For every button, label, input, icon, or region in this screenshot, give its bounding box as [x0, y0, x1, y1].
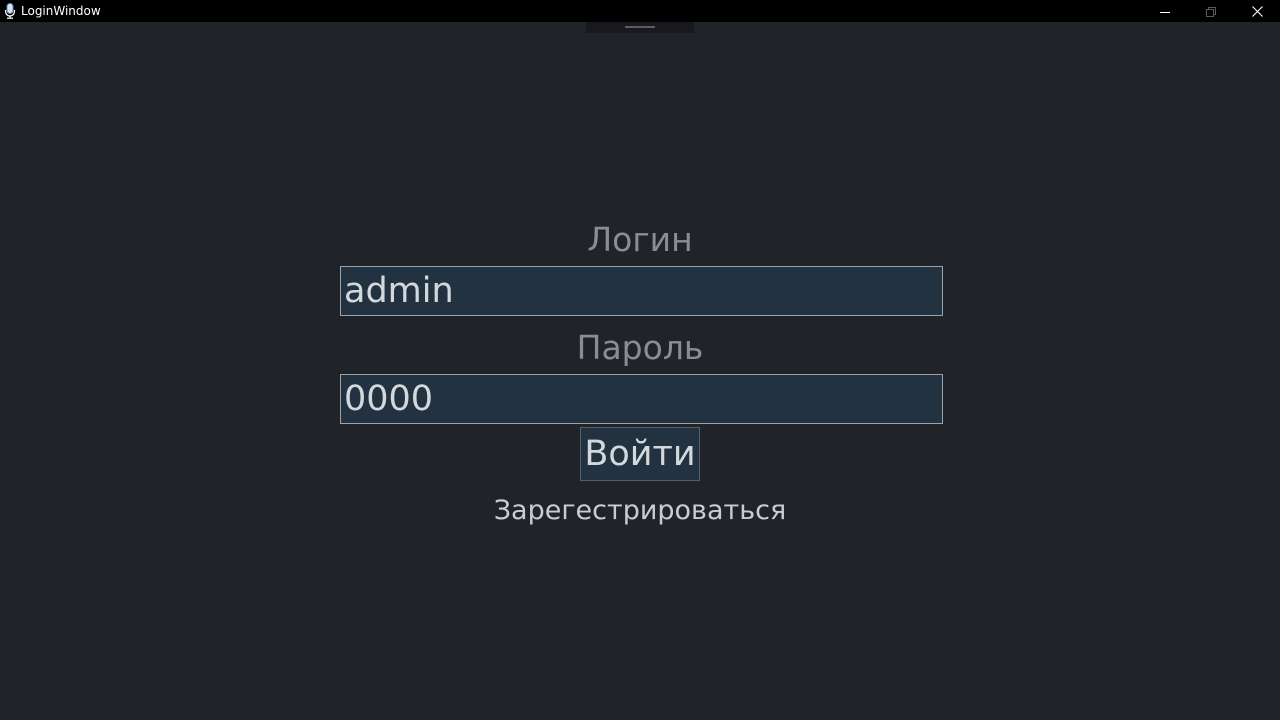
- drag-handle[interactable]: [586, 22, 694, 33]
- window-title: LoginWindow: [21, 4, 101, 18]
- login-label: Логин: [587, 220, 693, 259]
- microphone-app-icon: [2, 0, 18, 22]
- password-input[interactable]: [340, 374, 943, 424]
- drag-handle-grip: [625, 26, 655, 28]
- close-button[interactable]: [1234, 0, 1280, 22]
- close-icon: [1251, 2, 1263, 21]
- maximize-button[interactable]: [1188, 0, 1234, 22]
- minimize-button[interactable]: [1142, 0, 1188, 22]
- maximize-icon: [1206, 2, 1216, 21]
- login-input[interactable]: [340, 266, 943, 316]
- register-link[interactable]: Зарегестрироваться: [340, 492, 940, 530]
- window-controls: [1142, 0, 1280, 22]
- login-button[interactable]: Войти: [580, 427, 700, 481]
- minimize-icon: [1160, 2, 1170, 21]
- password-label: Пароль: [576, 328, 704, 367]
- title-bar[interactable]: LoginWindow: [0, 0, 1280, 22]
